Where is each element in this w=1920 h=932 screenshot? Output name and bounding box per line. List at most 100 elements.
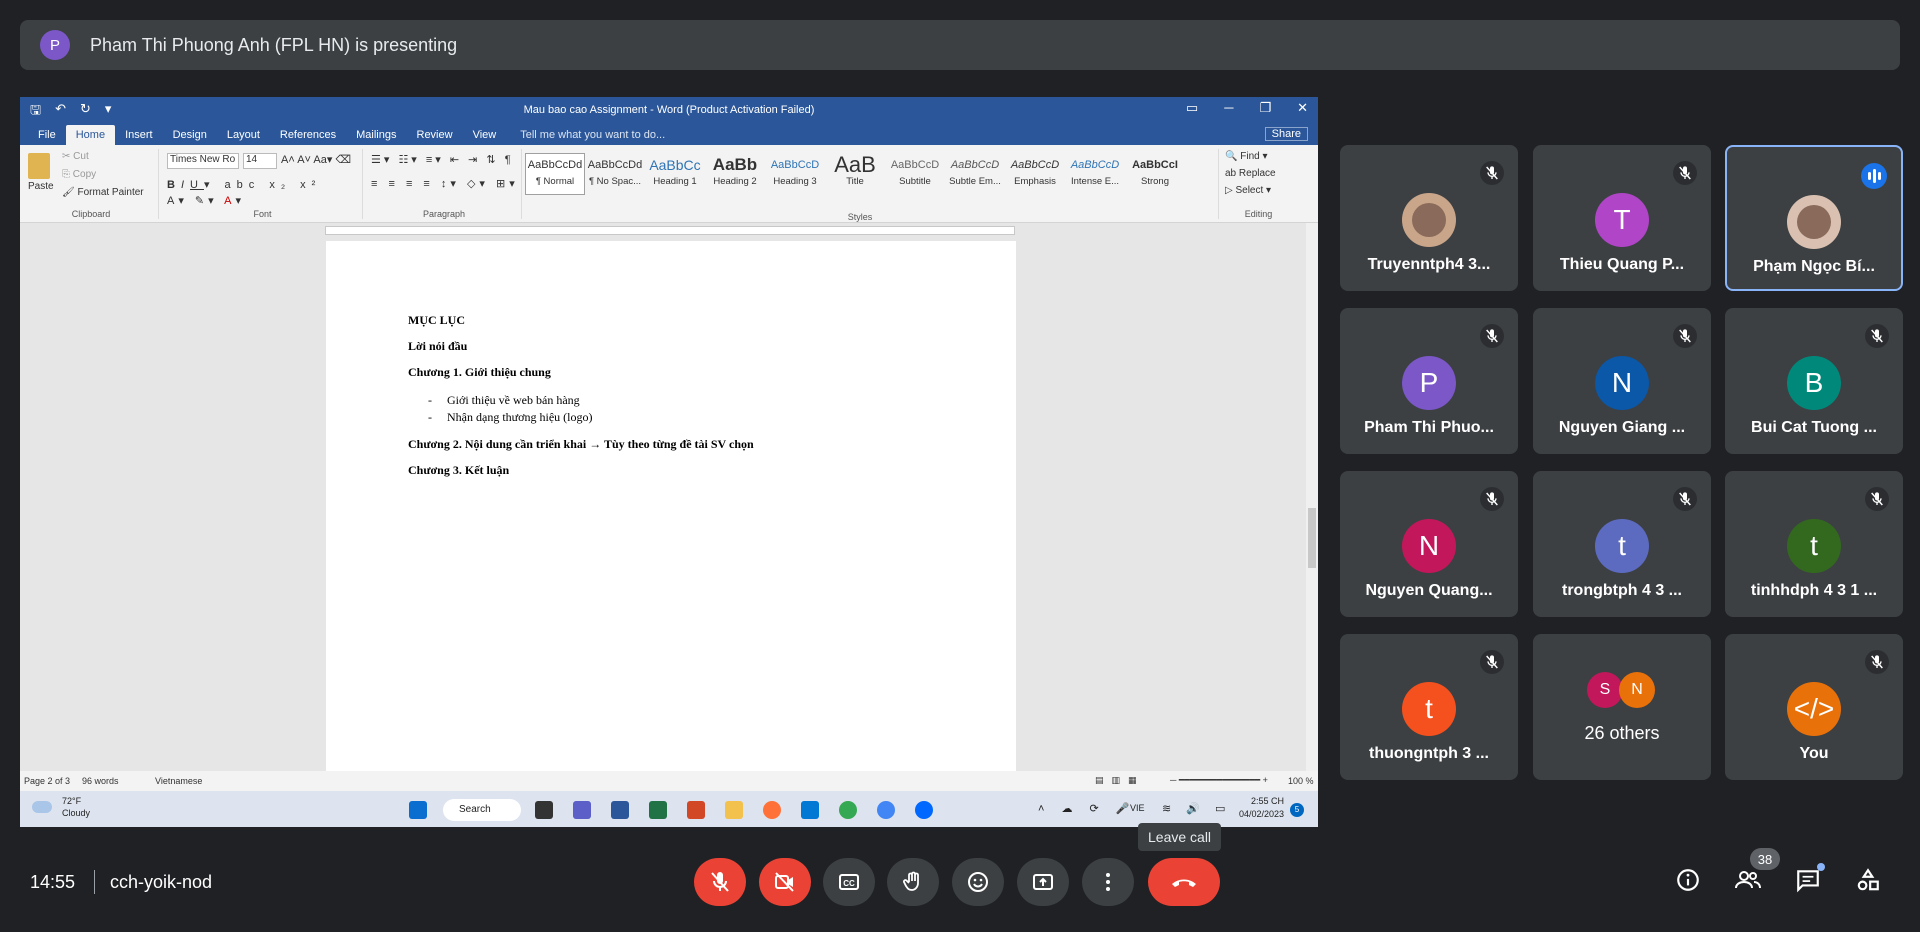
participant-tile[interactable]: N Nguyen Quang... xyxy=(1340,471,1518,617)
taskbar-search[interactable]: Search xyxy=(443,799,521,821)
tell-me-box[interactable]: Tell me what you want to do... xyxy=(506,125,679,145)
raise-hand-button[interactable] xyxy=(887,858,939,906)
language-status[interactable]: Vietnamese xyxy=(155,776,202,786)
editing-label: Editing xyxy=(1244,209,1273,219)
zoom-slider[interactable]: ─ ━━━━━━━━━━━━━━━ + xyxy=(1170,775,1268,786)
select-button[interactable]: ▷ Select ▾ xyxy=(1225,185,1271,196)
participant-tile[interactable]: t tinhhdph 4 3 1 ... xyxy=(1725,471,1903,617)
chat-icon[interactable] xyxy=(573,801,591,819)
powerpoint-app-icon[interactable] xyxy=(687,801,705,819)
camera-off-button[interactable] xyxy=(759,858,811,906)
style-heading-3[interactable]: AaBbCcD Heading 3 xyxy=(765,153,825,195)
tab-file[interactable]: File xyxy=(28,125,66,145)
style-title[interactable]: AaB Title xyxy=(825,153,885,195)
tab-mailings[interactable]: Mailings xyxy=(346,125,406,145)
chrome-profile-icon[interactable] xyxy=(877,801,895,819)
tab-view[interactable]: View xyxy=(463,125,507,145)
vscode-icon[interactable] xyxy=(801,801,819,819)
cut-button[interactable]: ✂ Cut xyxy=(62,151,89,162)
copy-button[interactable]: ⎘ Copy xyxy=(62,169,96,180)
share-button[interactable]: Share xyxy=(1264,127,1308,141)
tab-home[interactable]: Home xyxy=(65,125,116,145)
participant-tile[interactable]: P Pham Thi Phuo... xyxy=(1340,308,1518,454)
view-buttons[interactable]: ▤▥▦ xyxy=(1095,775,1145,786)
taskbar-time[interactable]: 2:55 CH xyxy=(1230,796,1284,806)
weather-temp[interactable]: 72°F xyxy=(62,796,81,806)
reactions-button[interactable] xyxy=(952,858,1004,906)
document-page[interactable]: MỤC LỤC Lời nói đầu Chương 1. Giới thiệu… xyxy=(326,241,1016,827)
participant-tile[interactable]: Truyenntph4 3... xyxy=(1340,145,1518,291)
style-normal[interactable]: AaBbCcDd ¶ Normal xyxy=(525,153,585,195)
style-emphasis[interactable]: AaBbCcD Emphasis xyxy=(1005,153,1065,195)
ribbon-display-icon[interactable]: ▭ xyxy=(1186,100,1198,116)
word-count[interactable]: 96 words xyxy=(82,776,119,786)
find-button[interactable]: 🔍 Find ▾ xyxy=(1225,151,1268,162)
align-icons[interactable]: ≡ ≡ ≡ ≡ ↕▾ ◇▾ ⊞▾ xyxy=(371,177,519,190)
chrome-icon[interactable] xyxy=(839,801,857,819)
style-subtitle[interactable]: AaBbCcD Subtitle xyxy=(885,153,945,195)
style-heading-1[interactable]: AaBbCc Heading 1 xyxy=(645,153,705,195)
restore-icon[interactable]: ❐ xyxy=(1259,100,1271,116)
network-volume-battery-icons[interactable]: ≋ 🔊 ▭ xyxy=(1162,802,1231,815)
tray-icons[interactable]: ˄ ☁ ⟳ 🎤 xyxy=(1038,802,1137,815)
list-icons[interactable]: ☰▾ ☷▾ ≡▾ ⇤ ⇥ ⇅ ¶ xyxy=(371,153,514,166)
font-name-box[interactable]: Times New Ro xyxy=(167,153,239,169)
excel-app-icon[interactable] xyxy=(649,801,667,819)
participant-tile[interactable]: </> You xyxy=(1725,634,1903,780)
input-language[interactable]: VIE xyxy=(1130,803,1145,813)
paste-button[interactable]: Paste xyxy=(28,181,54,192)
participant-tile[interactable]: T Thieu Quang P... xyxy=(1533,145,1711,291)
participant-tile[interactable]: B Bui Cat Tuong ... xyxy=(1725,308,1903,454)
style-subtle-emphasis[interactable]: AaBbCcD Subtle Em... xyxy=(945,153,1005,195)
taskbar-date[interactable]: 04/02/2023 xyxy=(1230,809,1284,819)
participant-tile[interactable]: Phạm Ngọc Bí... xyxy=(1725,145,1903,291)
presenting-text: Pham Thi Phuong Anh (FPL HN) is presenti… xyxy=(90,34,458,55)
tab-layout[interactable]: Layout xyxy=(217,125,270,145)
mic-off-button[interactable] xyxy=(694,858,746,906)
participant-tile[interactable]: S N 26 others xyxy=(1533,634,1711,780)
activities-button[interactable] xyxy=(1854,866,1882,894)
avatar: P xyxy=(1402,356,1456,410)
weather-desc[interactable]: Cloudy xyxy=(62,808,90,818)
file-explorer-icon[interactable] xyxy=(725,801,743,819)
word-app-icon[interactable] xyxy=(611,801,629,819)
replace-button[interactable]: ab Replace xyxy=(1225,168,1276,179)
chat-button[interactable] xyxy=(1794,863,1825,894)
leave-call-button[interactable] xyxy=(1148,858,1220,906)
tab-review[interactable]: Review xyxy=(407,125,463,145)
captions-button[interactable]: CC xyxy=(823,858,875,906)
windows-start-icon[interactable] xyxy=(409,801,427,819)
font-format-icons[interactable]: BIU▾ abc x₂ x² xyxy=(167,178,321,191)
meeting-details-button[interactable] xyxy=(1674,866,1702,894)
tab-design[interactable]: Design xyxy=(163,125,217,145)
more-options-button[interactable] xyxy=(1082,858,1134,906)
participant-name: Truyenntph4 3... xyxy=(1367,256,1491,273)
paste-icon[interactable] xyxy=(28,153,50,179)
style-no-spacing[interactable]: AaBbCcDd ¶ No Spac... xyxy=(585,153,645,195)
close-icon[interactable]: ✕ xyxy=(1297,100,1308,116)
participant-tile[interactable]: t trongbtph 4 3 ... xyxy=(1533,471,1711,617)
task-view-icon[interactable] xyxy=(535,801,553,819)
style-intense-emphasis[interactable]: AaBbCcD Intense E... xyxy=(1065,153,1125,195)
style-strong[interactable]: AaBbCcI Strong xyxy=(1125,153,1185,195)
style-heading-2[interactable]: AaBb Heading 2 xyxy=(705,153,765,195)
people-button[interactable] xyxy=(1734,866,1762,894)
font-size-box[interactable]: 14 xyxy=(243,153,277,169)
minimize-icon[interactable]: ─ xyxy=(1224,100,1233,116)
present-button[interactable] xyxy=(1017,858,1069,906)
zoom-level[interactable]: 100 % xyxy=(1288,776,1314,786)
meeting-code[interactable]: cch-yoik-nod xyxy=(110,872,212,893)
page-count[interactable]: Page 2 of 3 xyxy=(24,776,70,786)
tab-references[interactable]: References xyxy=(270,125,346,145)
font-size-icons[interactable]: A˄ A˅ Aa▾ ⌫ xyxy=(281,153,351,166)
participant-tile[interactable]: N Nguyen Giang ... xyxy=(1533,308,1711,454)
firefox-icon[interactable] xyxy=(763,801,781,819)
notification-badge[interactable]: 5 xyxy=(1290,803,1304,817)
vertical-scrollbar[interactable] xyxy=(1306,223,1318,771)
zalo-icon[interactable] xyxy=(915,801,933,819)
tab-insert[interactable]: Insert xyxy=(115,125,163,145)
text-effect-icons[interactable]: A▾ ✎▾ A▾ xyxy=(167,194,245,207)
raise-hand-icon xyxy=(903,871,919,891)
format-painter-button[interactable]: 🖌 Format Painter xyxy=(62,187,144,198)
participant-tile[interactable]: t thuongntph 3 ... xyxy=(1340,634,1518,780)
